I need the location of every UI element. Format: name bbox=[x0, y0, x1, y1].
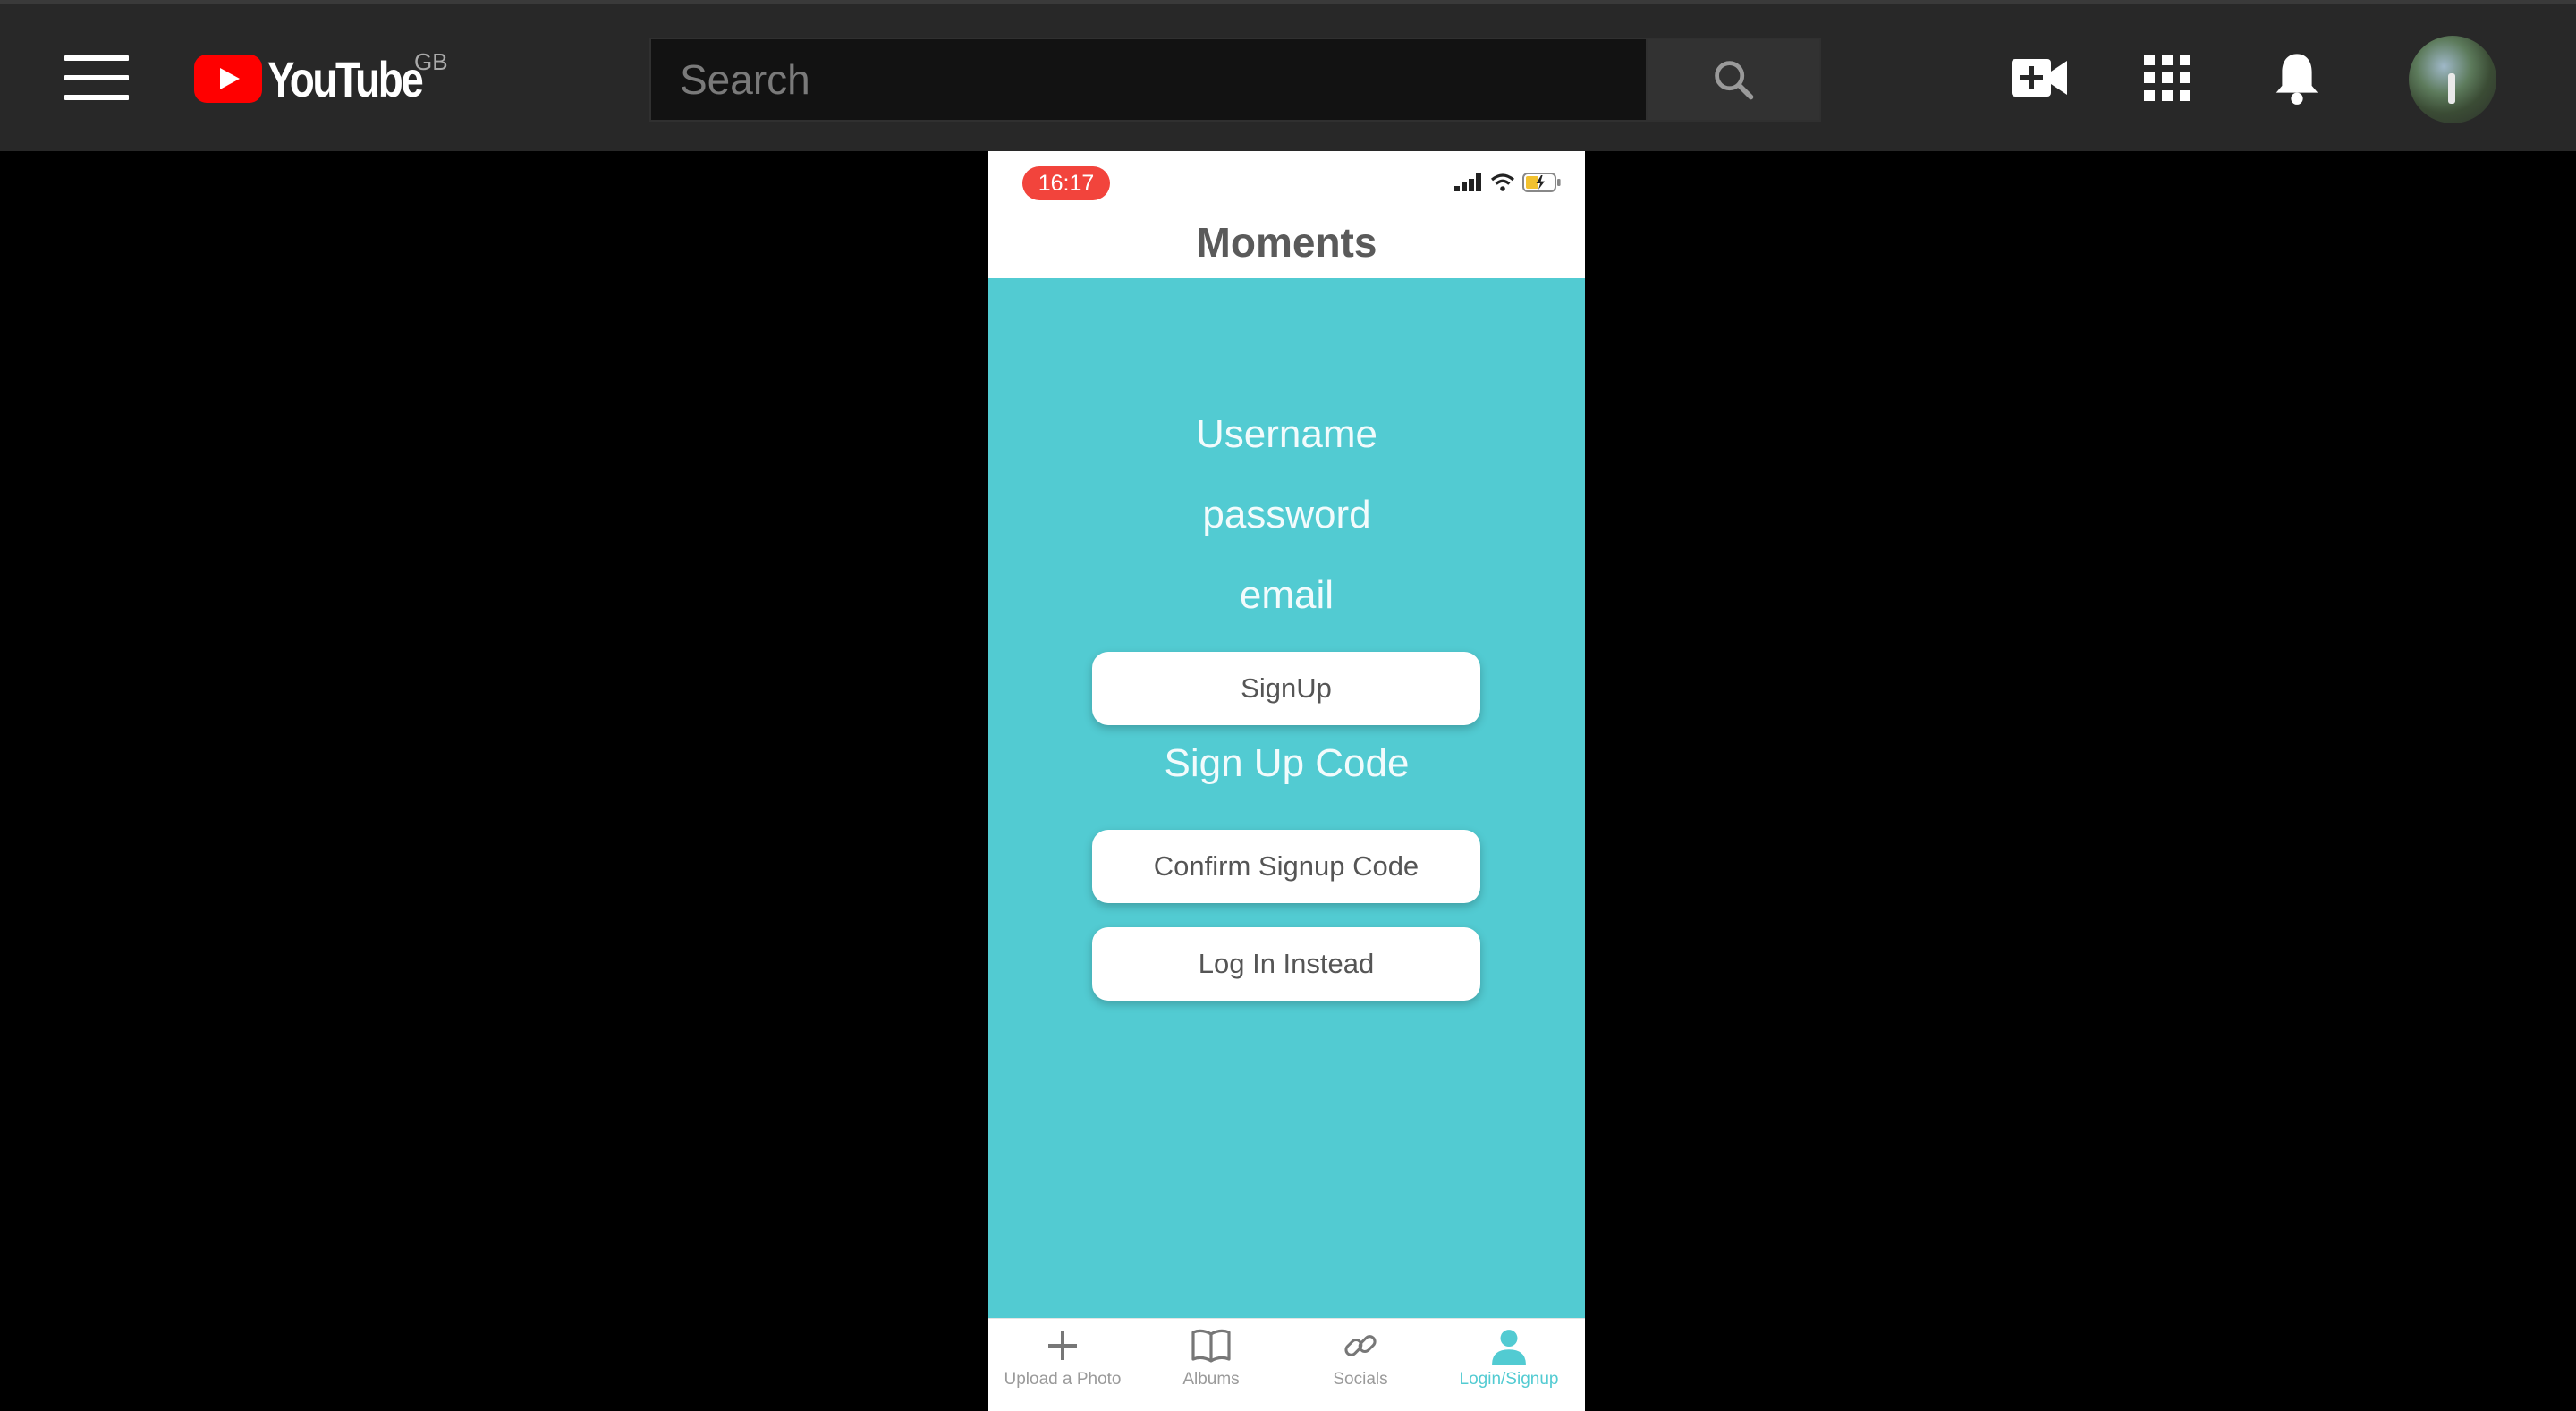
signal-icon bbox=[1454, 173, 1481, 191]
tab-label: Login/Signup bbox=[1459, 1370, 1559, 1389]
signup-button[interactable]: SignUp bbox=[1092, 652, 1480, 725]
search-icon bbox=[1715, 61, 1754, 100]
apps-grid-icon[interactable] bbox=[2138, 48, 2197, 107]
account-avatar[interactable] bbox=[2409, 36, 2496, 123]
tab-label: Upload a Photo bbox=[1004, 1370, 1122, 1389]
status-bar: 16:17 bbox=[988, 151, 1585, 214]
tab-albums[interactable]: Albums bbox=[1137, 1319, 1285, 1411]
tab-label: Albums bbox=[1182, 1370, 1240, 1389]
wifi-icon bbox=[1490, 173, 1515, 191]
battery-icon bbox=[1522, 173, 1561, 192]
create-video-icon[interactable] bbox=[2010, 48, 2069, 107]
tab-upload-photo[interactable]: Upload a Photo bbox=[988, 1319, 1137, 1411]
tab-bar: Upload a Photo Albums Socials Login/Sign… bbox=[988, 1318, 1585, 1411]
search-input[interactable] bbox=[649, 38, 1648, 122]
username-field[interactable]: Username bbox=[988, 412, 1585, 457]
plus-icon bbox=[1048, 1331, 1077, 1360]
confirm-signup-code-button[interactable]: Confirm Signup Code bbox=[1092, 830, 1480, 903]
search-bar bbox=[649, 38, 1821, 122]
email-field[interactable]: email bbox=[988, 573, 1585, 618]
app-title: Moments bbox=[1196, 219, 1377, 266]
search-button[interactable] bbox=[1648, 38, 1821, 122]
notifications-bell-icon[interactable] bbox=[2267, 48, 2326, 107]
signup-form: Username password email SignUp Sign Up C… bbox=[988, 278, 1585, 1318]
signup-code-field[interactable]: Sign Up Code bbox=[988, 741, 1585, 786]
tab-label: Socials bbox=[1333, 1370, 1388, 1389]
book-icon bbox=[1191, 1329, 1231, 1363]
youtube-play-icon bbox=[194, 55, 262, 103]
tab-login-signup[interactable]: Login/Signup bbox=[1435, 1319, 1583, 1411]
region-code: GB bbox=[414, 48, 448, 75]
youtube-logo[interactable]: YouTube GB bbox=[194, 48, 455, 107]
login-instead-button[interactable]: Log In Instead bbox=[1092, 927, 1480, 1001]
tab-socials[interactable]: Socials bbox=[1286, 1319, 1435, 1411]
status-time: 16:17 bbox=[1022, 166, 1110, 200]
youtube-header: YouTube GB bbox=[0, 0, 2576, 151]
logo-text: YouTube bbox=[267, 50, 424, 107]
link-icon bbox=[1344, 1335, 1377, 1356]
menu-icon[interactable] bbox=[64, 55, 129, 100]
phone-screen: 16:17 Moments Username password email Si… bbox=[988, 151, 1585, 1411]
user-icon bbox=[1492, 1330, 1526, 1365]
password-field[interactable]: password bbox=[988, 493, 1585, 537]
